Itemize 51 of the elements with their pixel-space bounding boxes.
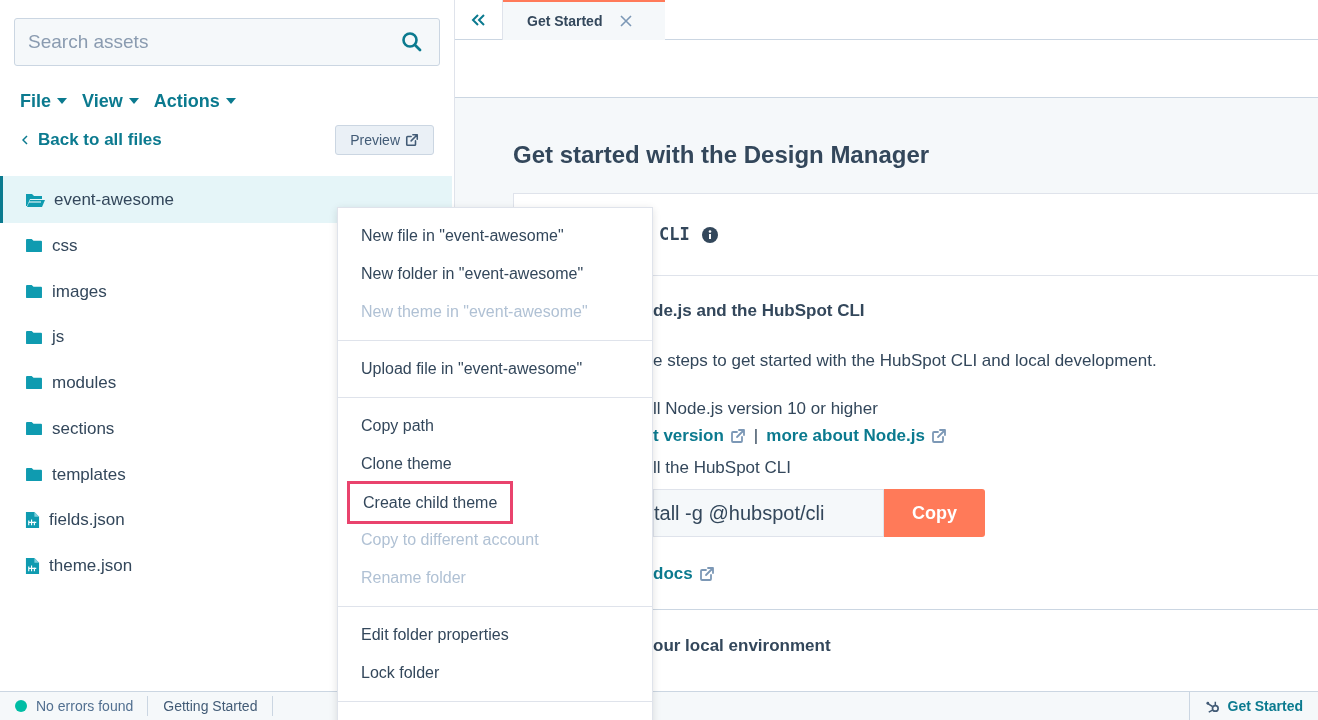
- intro-text: e steps to get started with the HubSpot CLI and local development.: [653, 350, 1158, 370]
- menu-item[interactable]: New folder in "event-awesome": [338, 255, 652, 293]
- menu-item[interactable]: Create child theme: [347, 481, 514, 524]
- folder-icon: [25, 238, 43, 254]
- tab[interactable]: Get Started: [503, 0, 665, 40]
- search-field[interactable]: Search assets: [14, 18, 440, 66]
- external-link-icon: [930, 428, 947, 444]
- json-file-icon: [25, 510, 40, 529]
- caret-icon: [128, 98, 139, 104]
- menu-item[interactable]: Clone theme: [338, 445, 652, 483]
- folder-icon: [25, 329, 43, 345]
- menu-item[interactable]: Copy path: [338, 407, 652, 445]
- external-link-icon: [698, 566, 715, 582]
- external-link-icon: [729, 428, 746, 444]
- folder-icon: [25, 466, 43, 482]
- menu-item[interactable]: Edit folder properties: [338, 616, 652, 654]
- menu-item[interactable]: Lock folder: [338, 654, 652, 692]
- search-icon: [401, 31, 422, 52]
- command-field: tall -g @hubspot/cli: [653, 489, 884, 537]
- menu-button[interactable]: File: [20, 87, 67, 115]
- caret-icon: [225, 98, 236, 104]
- back-link[interactable]: Back to all files: [22, 127, 162, 153]
- external-link-icon: [405, 133, 419, 147]
- menu-button[interactable]: Actions: [153, 87, 236, 115]
- double-chevron-left-icon: [471, 14, 486, 26]
- link[interactable]: more about Node.js: [766, 423, 947, 449]
- folder-icon: [25, 284, 43, 300]
- separator: |: [753, 425, 759, 448]
- close-icon: [620, 15, 633, 27]
- section-title: our local environment: [653, 635, 832, 655]
- menu-button[interactable]: View: [82, 87, 139, 115]
- caret-icon: [57, 98, 67, 104]
- card-title: CLI: [659, 222, 690, 246]
- folder-icon: [25, 421, 43, 437]
- page-heading: Get started with the Design Manager: [513, 140, 931, 170]
- info-icon: [701, 226, 718, 243]
- step-text: ll the HubSpot CLI: [653, 457, 792, 477]
- link[interactable]: t version: [653, 423, 746, 449]
- open-folder-icon: [25, 191, 45, 208]
- get-started-button[interactable]: Get Started: [1188, 691, 1318, 720]
- menu-item[interactable]: Upload file in "event-awesome": [338, 350, 652, 388]
- folder-icon: [25, 375, 43, 391]
- step-text: ll Node.js version 10 or higher: [653, 398, 879, 418]
- chevron-left-icon: [22, 135, 28, 145]
- section-title: de.js and the HubSpot CLI: [653, 300, 866, 320]
- json-file-icon: [25, 556, 40, 575]
- preview-button[interactable]: Preview: [335, 125, 434, 155]
- tree-item[interactable]: event-awesome: [0, 176, 452, 223]
- docs-link[interactable]: docs: [653, 563, 715, 585]
- status-text: No errors found: [36, 696, 134, 716]
- status-item: Getting Started: [148, 696, 274, 716]
